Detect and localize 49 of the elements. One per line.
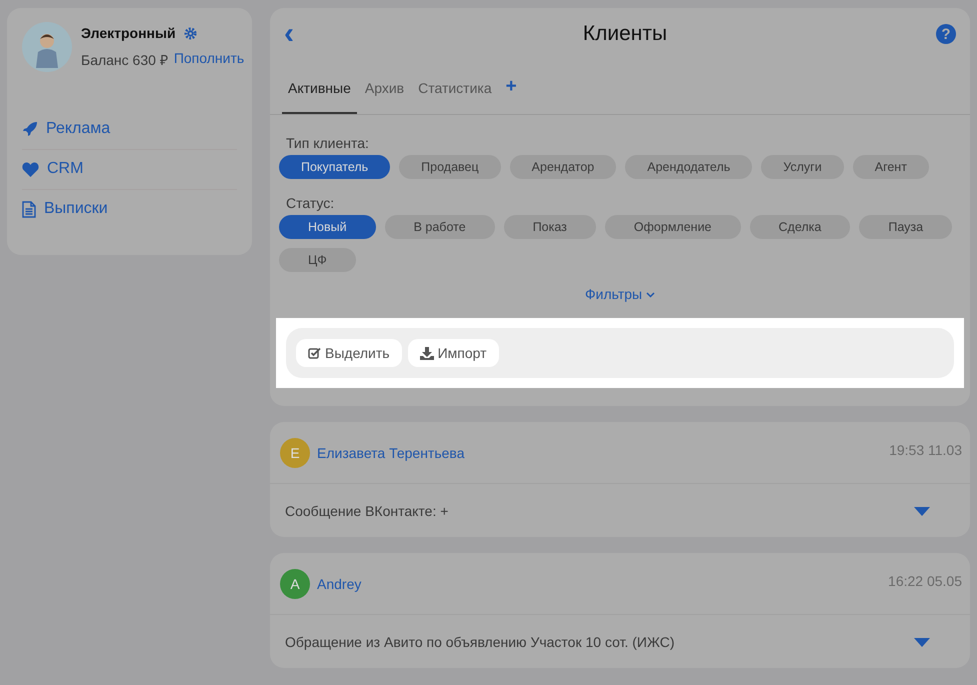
filter-chip[interactable]: Сделка [750,215,850,239]
client-message: Сообщение ВКонтакте: + [285,503,448,519]
status-label: Статус: [285,194,336,213]
tab[interactable]: Статистика [412,70,498,114]
client-avatar: Е [280,438,310,468]
tab[interactable]: Архив [358,70,410,114]
toolbar-button[interactable]: Выделить [296,339,402,367]
filter-chip[interactable]: Продавец [399,155,501,179]
filter-chip[interactable]: Покупатель [279,155,390,179]
page-title: Клиенты [582,22,668,46]
client-time: 16:22 05.05 [888,573,962,589]
back-button[interactable]: ‹ [284,19,314,49]
download-icon [420,346,434,360]
document-icon [22,200,36,218]
filter-chip[interactable]: Оформление [604,215,741,239]
rocket-icon [22,121,38,137]
client-name[interactable]: Елизавета Терентьева [317,445,464,461]
client-avatar: A [280,569,310,599]
filter-chip[interactable]: Пауза [859,215,952,239]
filter-chip[interactable]: Арендатор [510,155,616,179]
dropdown-caret-icon[interactable] [914,506,930,516]
filter-chip[interactable]: Арендодатель [625,155,752,179]
add-tab-button[interactable]: + [500,76,523,108]
avatar [22,22,72,72]
top-up-link[interactable]: Пополнить [174,50,244,69]
chevron-down-icon [646,292,655,298]
filter-chip[interactable]: Услуги [761,155,844,179]
dropdown-caret-icon[interactable] [914,638,930,646]
toolbar-button[interactable]: Импорт [408,339,499,367]
menu-item[interactable]: Реклама [22,110,237,150]
client-time: 19:53 11.03 [889,442,962,458]
filter-chip[interactable]: Новый [279,215,376,239]
account-name: Электронный [81,25,176,41]
menu-item[interactable]: CRM [22,150,237,190]
help-button[interactable]: ? [936,24,956,44]
client-message: Обращение из Авито по объявлению Участок 10 сот. (ИЖС) [285,634,674,650]
filter-chip[interactable]: Агент [852,155,929,179]
checkbox-icon [308,347,321,359]
filter-chip[interactable]: Показ [504,215,596,239]
filter-chip[interactable]: ЦФ [279,248,356,272]
tab[interactable]: Активные [282,70,357,114]
balance: Баланс 630 ₽ [81,51,168,69]
filters-link[interactable]: Фильтры [585,286,655,302]
filter-chip[interactable]: В работе [384,215,495,239]
client-type-label: Тип клиента: [285,134,370,153]
client-name[interactable]: Andrey [317,576,362,592]
heart-icon [22,162,39,176]
menu-item[interactable]: Выписки [22,190,237,229]
settings-icon[interactable] [184,26,197,40]
